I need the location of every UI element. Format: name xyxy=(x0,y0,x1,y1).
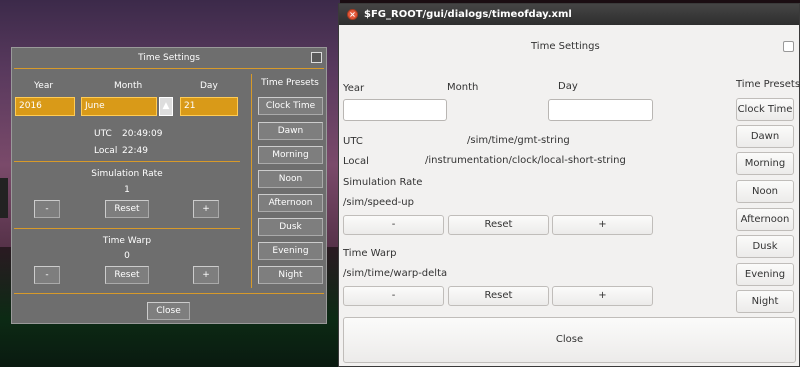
local-label: Local xyxy=(343,156,369,167)
local-property: /instrumentation/clock/local-short-strin… xyxy=(425,155,626,166)
window-close-icon[interactable]: × xyxy=(347,9,358,20)
utc-value: 20:49:09 xyxy=(122,129,163,139)
sim-rate-reset-button[interactable]: Reset xyxy=(105,200,149,218)
preset-night-button[interactable]: Night xyxy=(736,290,794,313)
time-warp-plus-button[interactable]: + xyxy=(552,286,653,306)
preset-noon-button[interactable]: Noon xyxy=(258,170,323,188)
window-heading: Time Settings xyxy=(531,41,600,52)
dialog-titlebar: Time Settings xyxy=(12,48,326,68)
month-spin-up-icon[interactable]: ▲ xyxy=(159,97,173,116)
preset-dusk-button[interactable]: Dusk xyxy=(258,218,323,236)
timeofday-xml-window: × $FG_ROOT/gui/dialogs/timeofday.xml Tim… xyxy=(338,3,800,367)
section-divider-2 xyxy=(14,228,240,229)
time-warp-label: Time Warp xyxy=(102,236,152,246)
time-warp-minus-button[interactable]: - xyxy=(34,266,60,284)
preset-morning-button[interactable]: Morning xyxy=(736,152,794,175)
close-button[interactable]: Close xyxy=(147,302,190,320)
utc-property: /sim/time/gmt-string xyxy=(467,135,570,146)
scenery-tower xyxy=(0,178,8,218)
preset-evening-button[interactable]: Evening xyxy=(736,263,794,286)
time-warp-reset-button[interactable]: Reset xyxy=(105,266,149,284)
time-warp-value: 0 xyxy=(124,251,130,261)
sim-rate-property: /sim/speed-up xyxy=(343,197,414,208)
day-input[interactable]: 21 xyxy=(180,97,238,116)
month-select[interactable]: June xyxy=(81,97,157,116)
year-label: Year xyxy=(34,81,54,91)
title-divider xyxy=(14,68,324,69)
utc-label: UTC xyxy=(343,136,363,147)
preset-night-button[interactable]: Night xyxy=(258,266,323,284)
presets-divider xyxy=(251,74,252,288)
sim-rate-plus-button[interactable]: + xyxy=(552,215,653,235)
time-warp-plus-button[interactable]: + xyxy=(193,266,219,284)
dialog-title: Time Settings xyxy=(138,53,200,63)
utc-label: UTC xyxy=(94,129,112,139)
preset-afternoon-button[interactable]: Afternoon xyxy=(258,194,323,212)
local-label: Local xyxy=(94,146,118,156)
time-warp-label: Time Warp xyxy=(343,248,397,259)
fg-time-settings-dialog: Time Settings Year Month Day 2016 June ▲… xyxy=(11,47,327,324)
preset-clock-time-button[interactable]: Clock Time xyxy=(736,98,794,121)
dialog-close-box[interactable] xyxy=(311,52,322,63)
section-divider-1 xyxy=(14,161,240,162)
sim-rate-plus-button[interactable]: + xyxy=(193,200,219,218)
time-warp-property: /sim/time/warp-delta xyxy=(343,268,448,279)
year-label: Year xyxy=(343,83,365,94)
window-titlebar: × $FG_ROOT/gui/dialogs/timeofday.xml xyxy=(339,4,799,25)
preset-dusk-button[interactable]: Dusk xyxy=(736,235,794,258)
day-label: Day xyxy=(558,81,578,92)
footer-divider xyxy=(14,293,324,294)
year-input[interactable] xyxy=(343,99,447,121)
month-label: Month xyxy=(447,82,479,93)
local-value: 22:49 xyxy=(122,146,148,156)
sim-rate-minus-button[interactable]: - xyxy=(343,215,444,235)
preset-noon-button[interactable]: Noon xyxy=(736,180,794,203)
day-label: Day xyxy=(200,81,218,91)
sim-rate-label: Simulation Rate xyxy=(343,177,423,188)
preset-dawn-button[interactable]: Dawn xyxy=(736,125,794,148)
preset-clock-time-button[interactable]: Clock Time xyxy=(258,97,323,115)
window-title: $FG_ROOT/gui/dialogs/timeofday.xml xyxy=(364,9,572,20)
time-warp-reset-button[interactable]: Reset xyxy=(448,286,549,306)
preset-dawn-button[interactable]: Dawn xyxy=(258,122,323,140)
preset-evening-button[interactable]: Evening xyxy=(258,242,323,260)
close-button[interactable]: Close xyxy=(343,317,796,363)
sim-rate-label: Simulation Rate xyxy=(91,169,163,179)
window-checkbox[interactable] xyxy=(783,41,794,52)
sim-rate-minus-button[interactable]: - xyxy=(34,200,60,218)
preset-morning-button[interactable]: Morning xyxy=(258,146,323,164)
month-label: Month xyxy=(114,81,143,91)
sim-rate-reset-button[interactable]: Reset xyxy=(448,215,549,235)
time-warp-minus-button[interactable]: - xyxy=(343,286,444,306)
year-input[interactable]: 2016 xyxy=(15,97,75,116)
day-input[interactable] xyxy=(548,99,653,121)
sim-rate-value: 1 xyxy=(124,185,130,195)
preset-afternoon-button[interactable]: Afternoon xyxy=(736,208,794,231)
presets-title: Time Presets xyxy=(261,78,319,88)
presets-title: Time Presets xyxy=(736,79,800,90)
